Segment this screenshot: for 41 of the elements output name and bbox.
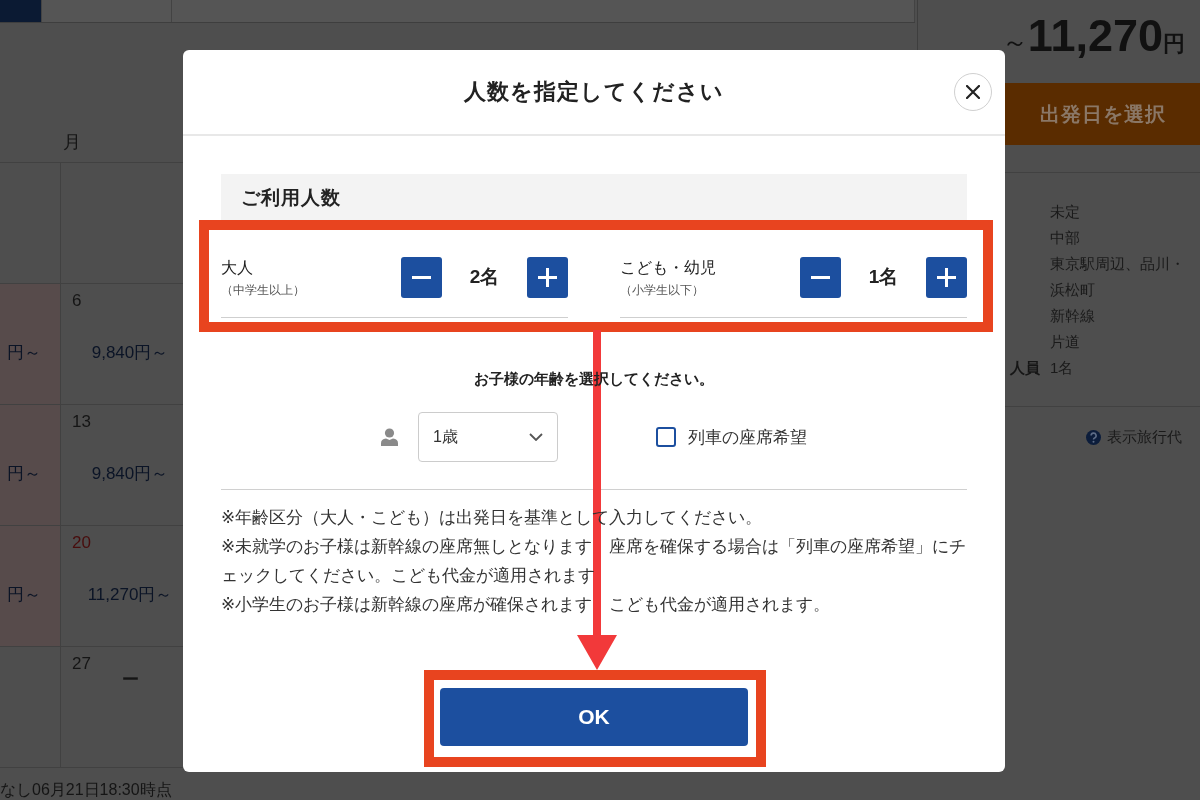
plus-icon: [538, 267, 557, 287]
counter-label: 大人: [221, 257, 253, 278]
plus-icon: [937, 267, 956, 287]
person-icon: [381, 428, 398, 446]
counter-sublabel: （小学生以下）: [620, 281, 704, 298]
chevron-down-icon: [529, 433, 543, 441]
date-number: 13: [72, 412, 91, 432]
close-button[interactable]: [954, 73, 992, 111]
price-text: ー: [121, 670, 139, 690]
note-text: ※小学生のお子様は新幹線の座席が確保されます こども代金が適用されます。: [221, 594, 832, 616]
count-value: 1名: [867, 265, 900, 289]
date-number: 27: [72, 654, 91, 674]
seat-checkbox[interactable]: [656, 427, 676, 447]
age-select[interactable]: 1歳: [418, 412, 558, 462]
price-range: ～11,270円: [1001, 13, 1185, 58]
price-text: 円～: [7, 343, 41, 363]
ok-button[interactable]: OK: [440, 688, 748, 746]
increment-button[interactable]: [926, 256, 967, 298]
increment-button[interactable]: [527, 256, 568, 298]
weekday-label: 月: [63, 131, 81, 154]
price-text: 円～: [7, 585, 41, 605]
close-icon: [966, 85, 980, 99]
minus-icon: [811, 275, 830, 279]
price-text: 9,840円～: [91, 343, 169, 363]
section-title: ご利用人数: [241, 185, 341, 210]
price-text: 円～: [7, 464, 41, 484]
checkbox-label[interactable]: 列車の座席希望: [688, 425, 807, 449]
count-value: 2名: [468, 265, 501, 289]
counter-label: こども・幼児: [620, 257, 716, 278]
decrement-button[interactable]: [800, 256, 841, 298]
date-number: 20: [72, 533, 91, 553]
help-icon[interactable]: [1086, 429, 1101, 445]
detail-label: 人員: [1010, 358, 1040, 378]
price-text: 9,840円～: [91, 464, 169, 484]
counter-sublabel: （中学生以上）: [221, 281, 305, 298]
update-time-text: なし06月21日18:30時点: [0, 781, 172, 799]
dialog-title: 人数を指定してください: [464, 78, 724, 106]
decrement-button[interactable]: [401, 256, 442, 298]
date-number: 6: [72, 291, 82, 311]
minus-icon: [412, 275, 431, 279]
price-text: 11,270円～: [87, 585, 173, 605]
